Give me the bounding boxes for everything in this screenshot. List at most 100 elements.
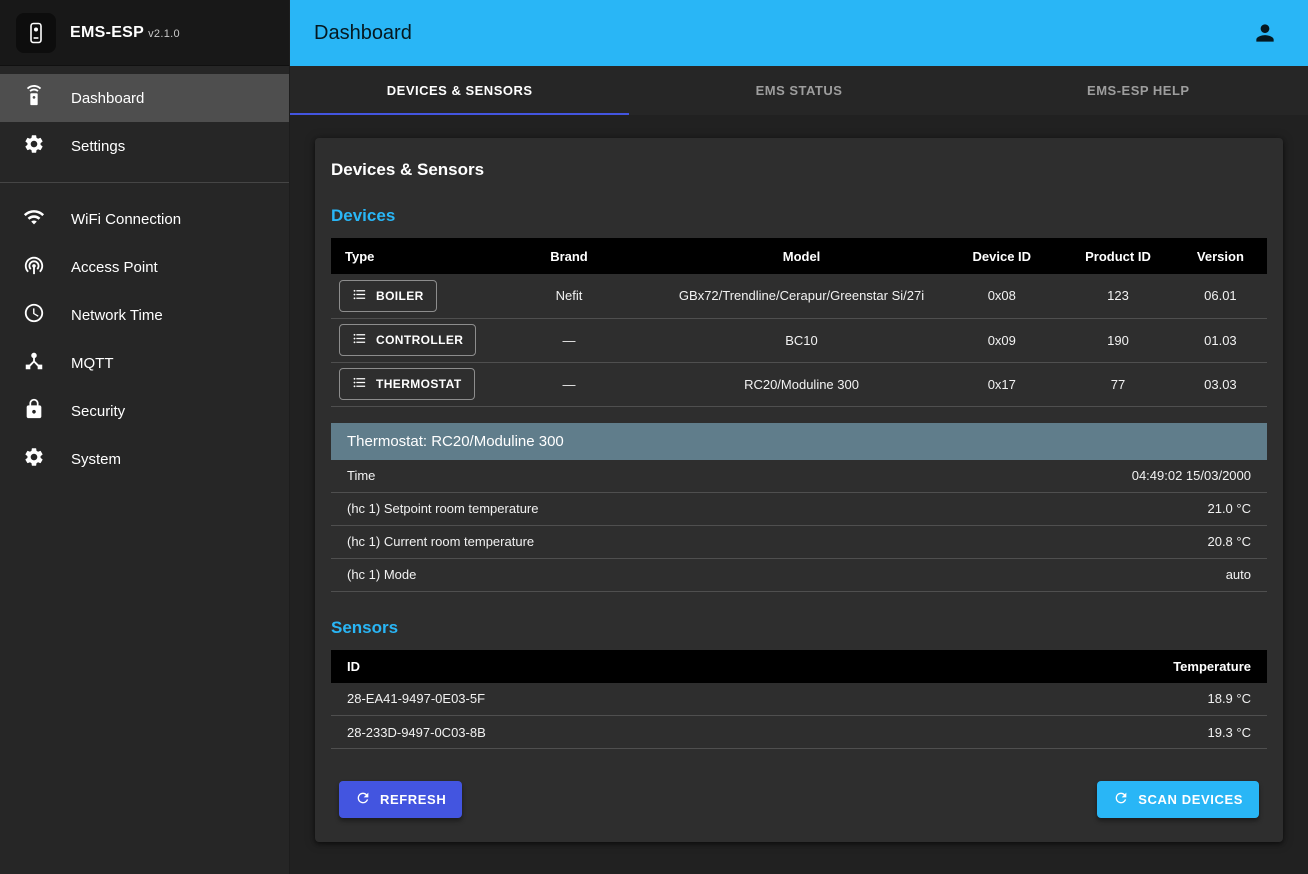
- detail-value: 04:49:02 15/03/2000: [1132, 468, 1251, 483]
- detail-value: 21.0 °C: [1207, 501, 1251, 516]
- gear-icon: [23, 133, 45, 159]
- refresh-button-label: REFRESH: [380, 792, 446, 807]
- cell-sensor-id: 28-233D-9497-0C03-8B: [331, 716, 896, 749]
- ems-esp-logo-icon: [16, 13, 56, 53]
- device-type-label: BOILER: [376, 289, 424, 303]
- device-hub-icon: [23, 350, 45, 376]
- cell-device-id: 0x17: [941, 362, 1062, 406]
- device-row-boiler: BOILER Nefit GBx72/Trendline/Cerapur/Gre…: [331, 274, 1267, 318]
- scan-devices-button-label: SCAN DEVICES: [1138, 792, 1243, 807]
- sidebar-item-label: Access Point: [71, 259, 158, 276]
- cell-device-id: 0x09: [941, 318, 1062, 362]
- cell-product-id: 190: [1062, 318, 1174, 362]
- sensor-row: 28-EA41-9497-0E03-5F 18.9 °C: [331, 683, 1267, 716]
- list-icon: [352, 375, 367, 393]
- cell-brand: —: [476, 362, 661, 406]
- list-icon: [352, 287, 367, 305]
- wifi-tethering-icon: [23, 254, 45, 280]
- devices-table: Type Brand Model Device ID Product ID Ve…: [331, 238, 1267, 407]
- tab-ems-esp-help[interactable]: EMS-ESP HELP: [969, 66, 1308, 115]
- cell-device-id: 0x08: [941, 274, 1062, 318]
- device-row-thermostat: THERMOSTAT — RC20/Moduline 300 0x17 77 0…: [331, 362, 1267, 406]
- devices-table-header-row: Type Brand Model Device ID Product ID Ve…: [331, 238, 1267, 274]
- sidebar-nav: Dashboard Settings WiFi Connection Acces: [0, 66, 289, 483]
- app-title: EMS-ESP v2.1.0: [70, 24, 180, 42]
- gear-icon: [23, 446, 45, 472]
- cell-type: THERMOSTAT: [331, 362, 476, 406]
- detail-row: Time 04:49:02 15/03/2000: [331, 460, 1267, 493]
- cell-brand: —: [476, 318, 661, 362]
- sensors-heading: Sensors: [331, 618, 1267, 638]
- sidebar-item-label: Dashboard: [71, 90, 144, 107]
- remote-device-icon: [23, 85, 45, 111]
- sidebar-item-settings[interactable]: Settings: [0, 122, 289, 170]
- wifi-icon: [23, 206, 45, 232]
- app-name: EMS-ESP: [70, 24, 144, 41]
- device-type-label: THERMOSTAT: [376, 377, 462, 391]
- scan-devices-button[interactable]: SCAN DEVICES: [1097, 781, 1259, 818]
- sidebar-item-label: WiFi Connection: [71, 211, 181, 228]
- content-area: Devices & Sensors Devices Type Brand Mod…: [290, 115, 1308, 874]
- sidebar-item-label: MQTT: [71, 355, 114, 372]
- col-device-id: Device ID: [941, 238, 1062, 274]
- col-version: Version: [1174, 238, 1267, 274]
- detail-row: (hc 1) Setpoint room temperature 21.0 °C: [331, 493, 1267, 526]
- detail-label: (hc 1) Mode: [347, 567, 416, 582]
- cell-product-id: 77: [1062, 362, 1174, 406]
- refresh-icon: [1113, 790, 1129, 809]
- detail-label: Time: [347, 468, 375, 483]
- device-row-controller: CONTROLLER — BC10 0x09 190 01.03: [331, 318, 1267, 362]
- detail-value: 20.8 °C: [1207, 534, 1251, 549]
- sidebar-header: EMS-ESP v2.1.0: [0, 0, 289, 66]
- thermostat-device-button[interactable]: THERMOSTAT: [339, 368, 475, 400]
- sidebar-item-mqtt[interactable]: MQTT: [0, 339, 289, 387]
- detail-value: auto: [1226, 567, 1251, 582]
- refresh-icon: [355, 790, 371, 809]
- tab-bar: DEVICES & SENSORS EMS STATUS EMS-ESP HEL…: [290, 66, 1308, 115]
- cell-version: 06.01: [1174, 274, 1267, 318]
- action-bar: REFRESH SCAN DEVICES: [331, 781, 1267, 818]
- refresh-button[interactable]: REFRESH: [339, 781, 462, 818]
- col-type: Type: [331, 238, 476, 274]
- sidebar-item-network-time[interactable]: Network Time: [0, 291, 289, 339]
- detail-row: (hc 1) Current room temperature 20.8 °C: [331, 526, 1267, 559]
- col-product-id: Product ID: [1062, 238, 1174, 274]
- device-detail-list: Time 04:49:02 15/03/2000 (hc 1) Setpoint…: [331, 460, 1267, 592]
- detail-label: (hc 1) Current room temperature: [347, 534, 534, 549]
- sidebar-item-system[interactable]: System: [0, 435, 289, 483]
- lock-icon: [23, 398, 45, 424]
- boiler-device-button[interactable]: BOILER: [339, 280, 437, 312]
- sensors-table: ID Temperature 28-EA41-9497-0E03-5F 18.9…: [331, 650, 1267, 750]
- sidebar-item-label: Settings: [71, 138, 125, 155]
- cell-model: GBx72/Trendline/Cerapur/Greenstar Si/27i: [662, 274, 942, 318]
- detail-row: (hc 1) Mode auto: [331, 559, 1267, 592]
- sidebar-divider: [0, 182, 289, 183]
- app-root: EMS-ESP v2.1.0 Dashboard Settings: [0, 0, 1308, 874]
- controller-device-button[interactable]: CONTROLLER: [339, 324, 476, 356]
- appbar: Dashboard: [290, 0, 1308, 66]
- device-detail-header: Thermostat: RC20/Moduline 300: [331, 423, 1267, 460]
- sidebar-item-security[interactable]: Security: [0, 387, 289, 435]
- col-id: ID: [331, 650, 896, 683]
- list-icon: [352, 331, 367, 349]
- panel-title: Devices & Sensors: [331, 160, 1267, 180]
- tab-ems-status[interactable]: EMS STATUS: [629, 66, 968, 115]
- sidebar-item-access-point[interactable]: Access Point: [0, 243, 289, 291]
- col-brand: Brand: [476, 238, 661, 274]
- sidebar-item-wifi-connection[interactable]: WiFi Connection: [0, 195, 289, 243]
- cell-sensor-temperature: 19.3 °C: [896, 716, 1267, 749]
- sidebar-item-dashboard[interactable]: Dashboard: [0, 74, 289, 122]
- account-icon[interactable]: [1246, 14, 1284, 52]
- sensor-row: 28-233D-9497-0C03-8B 19.3 °C: [331, 716, 1267, 749]
- devices-heading: Devices: [331, 206, 1267, 226]
- tab-devices-sensors[interactable]: DEVICES & SENSORS: [290, 66, 629, 115]
- cell-model: BC10: [662, 318, 942, 362]
- cell-type: CONTROLLER: [331, 318, 476, 362]
- sidebar-item-label: System: [71, 451, 121, 468]
- cell-version: 03.03: [1174, 362, 1267, 406]
- app-version: v2.1.0: [148, 28, 180, 40]
- cell-sensor-temperature: 18.9 °C: [896, 683, 1267, 716]
- page-title: Dashboard: [314, 22, 412, 45]
- detail-label: (hc 1) Setpoint room temperature: [347, 501, 538, 516]
- cell-product-id: 123: [1062, 274, 1174, 318]
